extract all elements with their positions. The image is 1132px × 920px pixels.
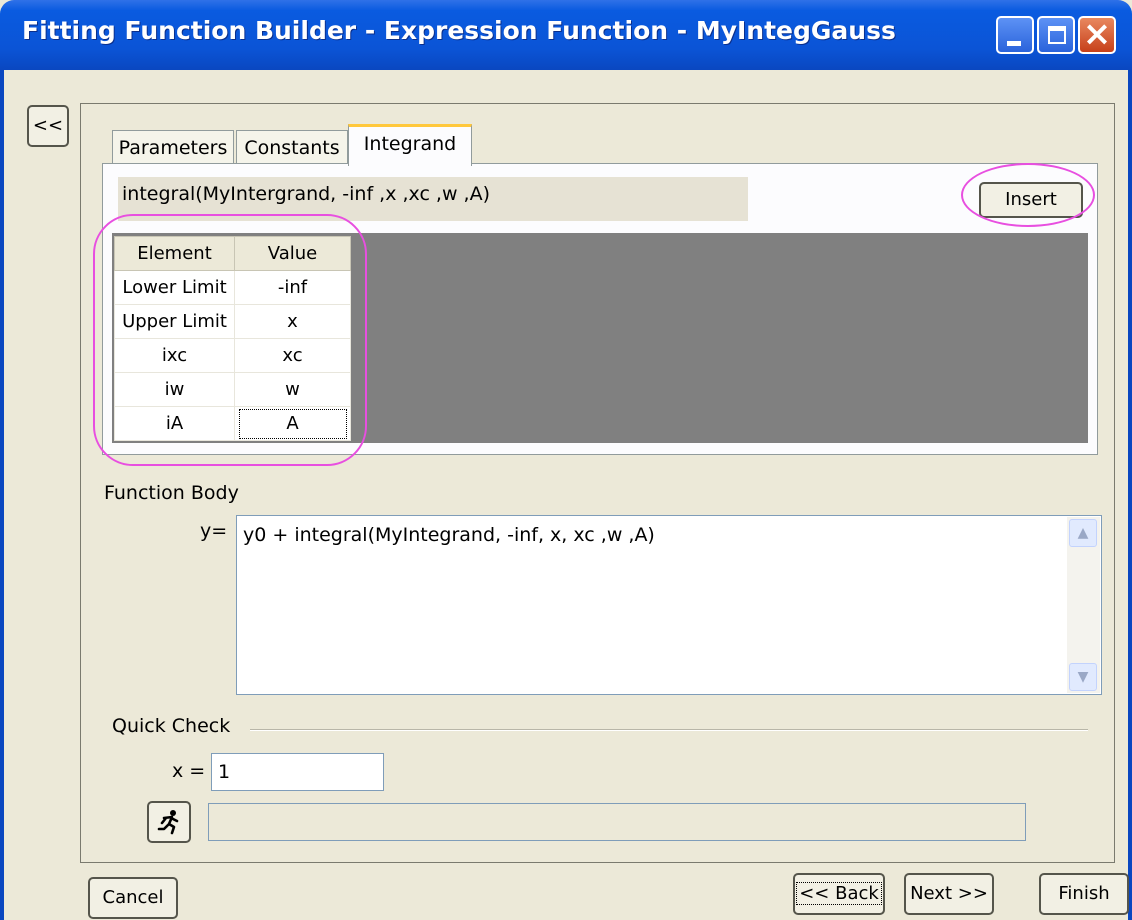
table-row: iw w: [114, 372, 351, 407]
cancel-button[interactable]: Cancel: [88, 877, 178, 919]
insert-button[interactable]: Insert: [979, 182, 1083, 218]
value-cell-focused[interactable]: A: [234, 406, 351, 441]
focused-value: A: [238, 408, 347, 439]
value-cell[interactable]: x: [234, 304, 351, 339]
title-bar[interactable]: Fitting Function Builder - Expression Fu…: [0, 0, 1132, 70]
element-cell: Lower Limit: [114, 270, 235, 305]
tab-constants[interactable]: Constants: [236, 130, 348, 164]
quick-check-label: Quick Check: [112, 715, 231, 737]
table-row: Upper Limit x: [114, 304, 351, 339]
minimize-icon: [1007, 41, 1021, 46]
next-button[interactable]: Next >>: [904, 873, 994, 915]
value-cell[interactable]: xc: [234, 338, 351, 373]
integrand-parameter-grid: Element Value Lower Limit -inf Upper Lim…: [114, 236, 351, 441]
back-button-label: << Back: [796, 882, 882, 905]
x-equals-label: x =: [172, 760, 206, 782]
element-cell: iA: [114, 406, 235, 441]
run-quick-check-button[interactable]: [147, 801, 191, 843]
vertical-scrollbar[interactable]: ▲ ▼: [1067, 517, 1100, 693]
x-value-input[interactable]: 1: [211, 753, 384, 791]
window-frame-right: [1128, 70, 1132, 920]
function-body-label: Function Body: [104, 482, 239, 504]
window-frame-left: [0, 70, 4, 920]
scroll-down-icon[interactable]: ▼: [1069, 663, 1097, 691]
y-equals-label: y=: [200, 520, 228, 542]
finish-button[interactable]: Finish: [1039, 873, 1129, 915]
function-body-text: y0 + integral(MyIntegrand, -inf, x, xc ,…: [243, 524, 655, 546]
value-cell[interactable]: -inf: [234, 270, 351, 305]
quick-check-result: [208, 803, 1026, 841]
maximize-icon: [1048, 26, 1066, 44]
window-title: Fitting Function Builder - Expression Fu…: [22, 16, 896, 45]
table-row: iA A: [114, 406, 351, 441]
quick-check-divider: [250, 729, 1088, 731]
integral-expression-preview: integral(MyIntergrand, -inf ,x ,xc ,w ,A…: [118, 177, 748, 221]
back-button[interactable]: << Back: [793, 873, 885, 915]
element-cell: ixc: [114, 338, 235, 373]
scroll-up-icon[interactable]: ▲: [1069, 519, 1097, 547]
tab-integrand[interactable]: Integrand: [348, 124, 472, 166]
column-header-element[interactable]: Element: [114, 236, 235, 271]
maximize-button[interactable]: [1037, 16, 1075, 54]
collapse-panel-button[interactable]: <<: [27, 105, 69, 147]
table-row: ixc xc: [114, 338, 351, 373]
close-icon: ×: [1082, 14, 1112, 54]
tab-parameters[interactable]: Parameters: [112, 130, 234, 164]
column-header-value[interactable]: Value: [234, 236, 351, 271]
element-cell: Upper Limit: [114, 304, 235, 339]
table-row: Lower Limit -inf: [114, 270, 351, 305]
minimize-button[interactable]: [996, 16, 1034, 54]
value-cell[interactable]: w: [234, 372, 351, 407]
function-body-textarea[interactable]: y0 + integral(MyIntegrand, -inf, x, xc ,…: [236, 515, 1102, 695]
element-cell: iw: [114, 372, 235, 407]
close-button[interactable]: ×: [1078, 14, 1116, 54]
running-man-icon: [157, 810, 179, 835]
